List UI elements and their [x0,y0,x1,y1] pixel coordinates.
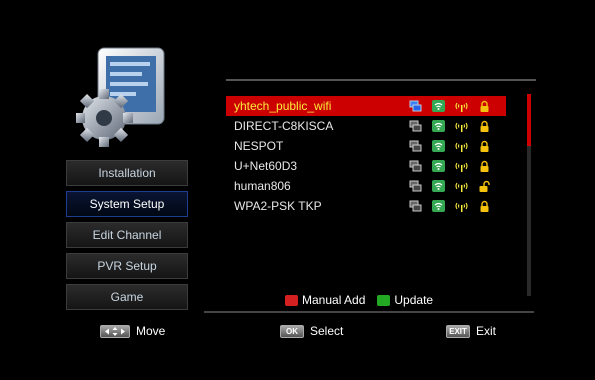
network-row[interactable]: NESPOT [226,136,506,156]
wifi-signal-icon [432,160,445,172]
update-label: Update [394,293,434,307]
panel-divider-bottom [204,311,534,313]
wifi-signal-icon [432,140,445,152]
lock-icon [478,120,491,132]
wifi-signal-icon [432,120,445,132]
network-row[interactable]: WPA2-PSK TKP [226,196,506,216]
menu-item-label: PVR Setup [97,259,157,273]
move-label: Move [136,324,166,338]
scrollbar-thumb[interactable] [527,94,531,146]
wireless-adapter-icon [409,200,422,212]
antenna-icon [455,200,468,212]
ok-key-icon: OK [280,324,304,338]
wireless-adapter-icon [409,120,422,132]
red-key-icon [285,294,298,306]
lock-icon [478,100,491,112]
unlock-icon [478,180,491,192]
footer-move-hint: Move [100,324,165,338]
menu-item-game[interactable]: Game [66,284,188,310]
wireless-adapter-icon [409,140,422,152]
menu-item-label: Installation [98,166,156,180]
main-menu: Installation System Setup Edit Channel P… [66,160,194,315]
network-row[interactable]: DIRECT-C8KISCA [226,116,506,136]
network-row[interactable]: human806 [226,176,506,196]
network-list-scrollbar[interactable] [527,94,531,296]
network-ssid: yhtech_public_wifi [234,99,332,113]
footer-select-hint: OK Select [280,324,343,338]
color-key-legend: Manual Add Update [285,293,433,307]
arrow-keys-icon [100,324,130,338]
wifi-network-list: yhtech_public_wifi DIRECT-C8KISCA NESPOT… [226,96,506,216]
footer-exit-hint: EXIT Exit [446,324,496,338]
exit-key-icon: EXIT [446,324,470,338]
antenna-icon [455,120,468,132]
lock-icon [478,140,491,152]
menu-item-pvr-setup[interactable]: PVR Setup [66,253,188,279]
lock-icon [478,160,491,172]
menu-item-label: Edit Channel [92,228,162,242]
network-row-selected[interactable]: yhtech_public_wifi [226,96,506,116]
menu-item-label: Game [110,290,144,304]
wireless-adapter-icon [409,180,422,192]
exit-label: Exit [476,324,497,338]
manual-add-label: Manual Add [302,293,366,307]
menu-item-installation[interactable]: Installation [66,160,188,186]
select-label: Select [310,324,344,338]
lock-icon [478,200,491,212]
network-ssid: U+Net60D3 [234,159,298,173]
network-ssid: WPA2-PSK TKP [234,199,322,213]
panel-divider-top [226,79,536,81]
menu-item-label: System Setup [89,197,165,211]
menu-item-edit-channel[interactable]: Edit Channel [66,222,188,248]
wifi-signal-icon [432,200,445,212]
network-row[interactable]: U+Net60D3 [226,156,506,176]
network-ssid: DIRECT-C8KISCA [234,119,334,133]
network-ssid: human806 [234,179,291,193]
antenna-icon [455,180,468,192]
network-ssid: NESPOT [234,139,284,153]
antenna-icon [455,140,468,152]
system-settings-logo [75,44,168,152]
wifi-signal-icon [432,100,445,112]
wireless-adapter-icon [409,100,422,112]
green-key-icon [377,294,391,306]
menu-item-system-setup[interactable]: System Setup [66,191,188,217]
antenna-icon [455,160,468,172]
antenna-icon [455,100,468,112]
wifi-signal-icon [432,180,445,192]
wireless-adapter-icon [409,160,422,172]
